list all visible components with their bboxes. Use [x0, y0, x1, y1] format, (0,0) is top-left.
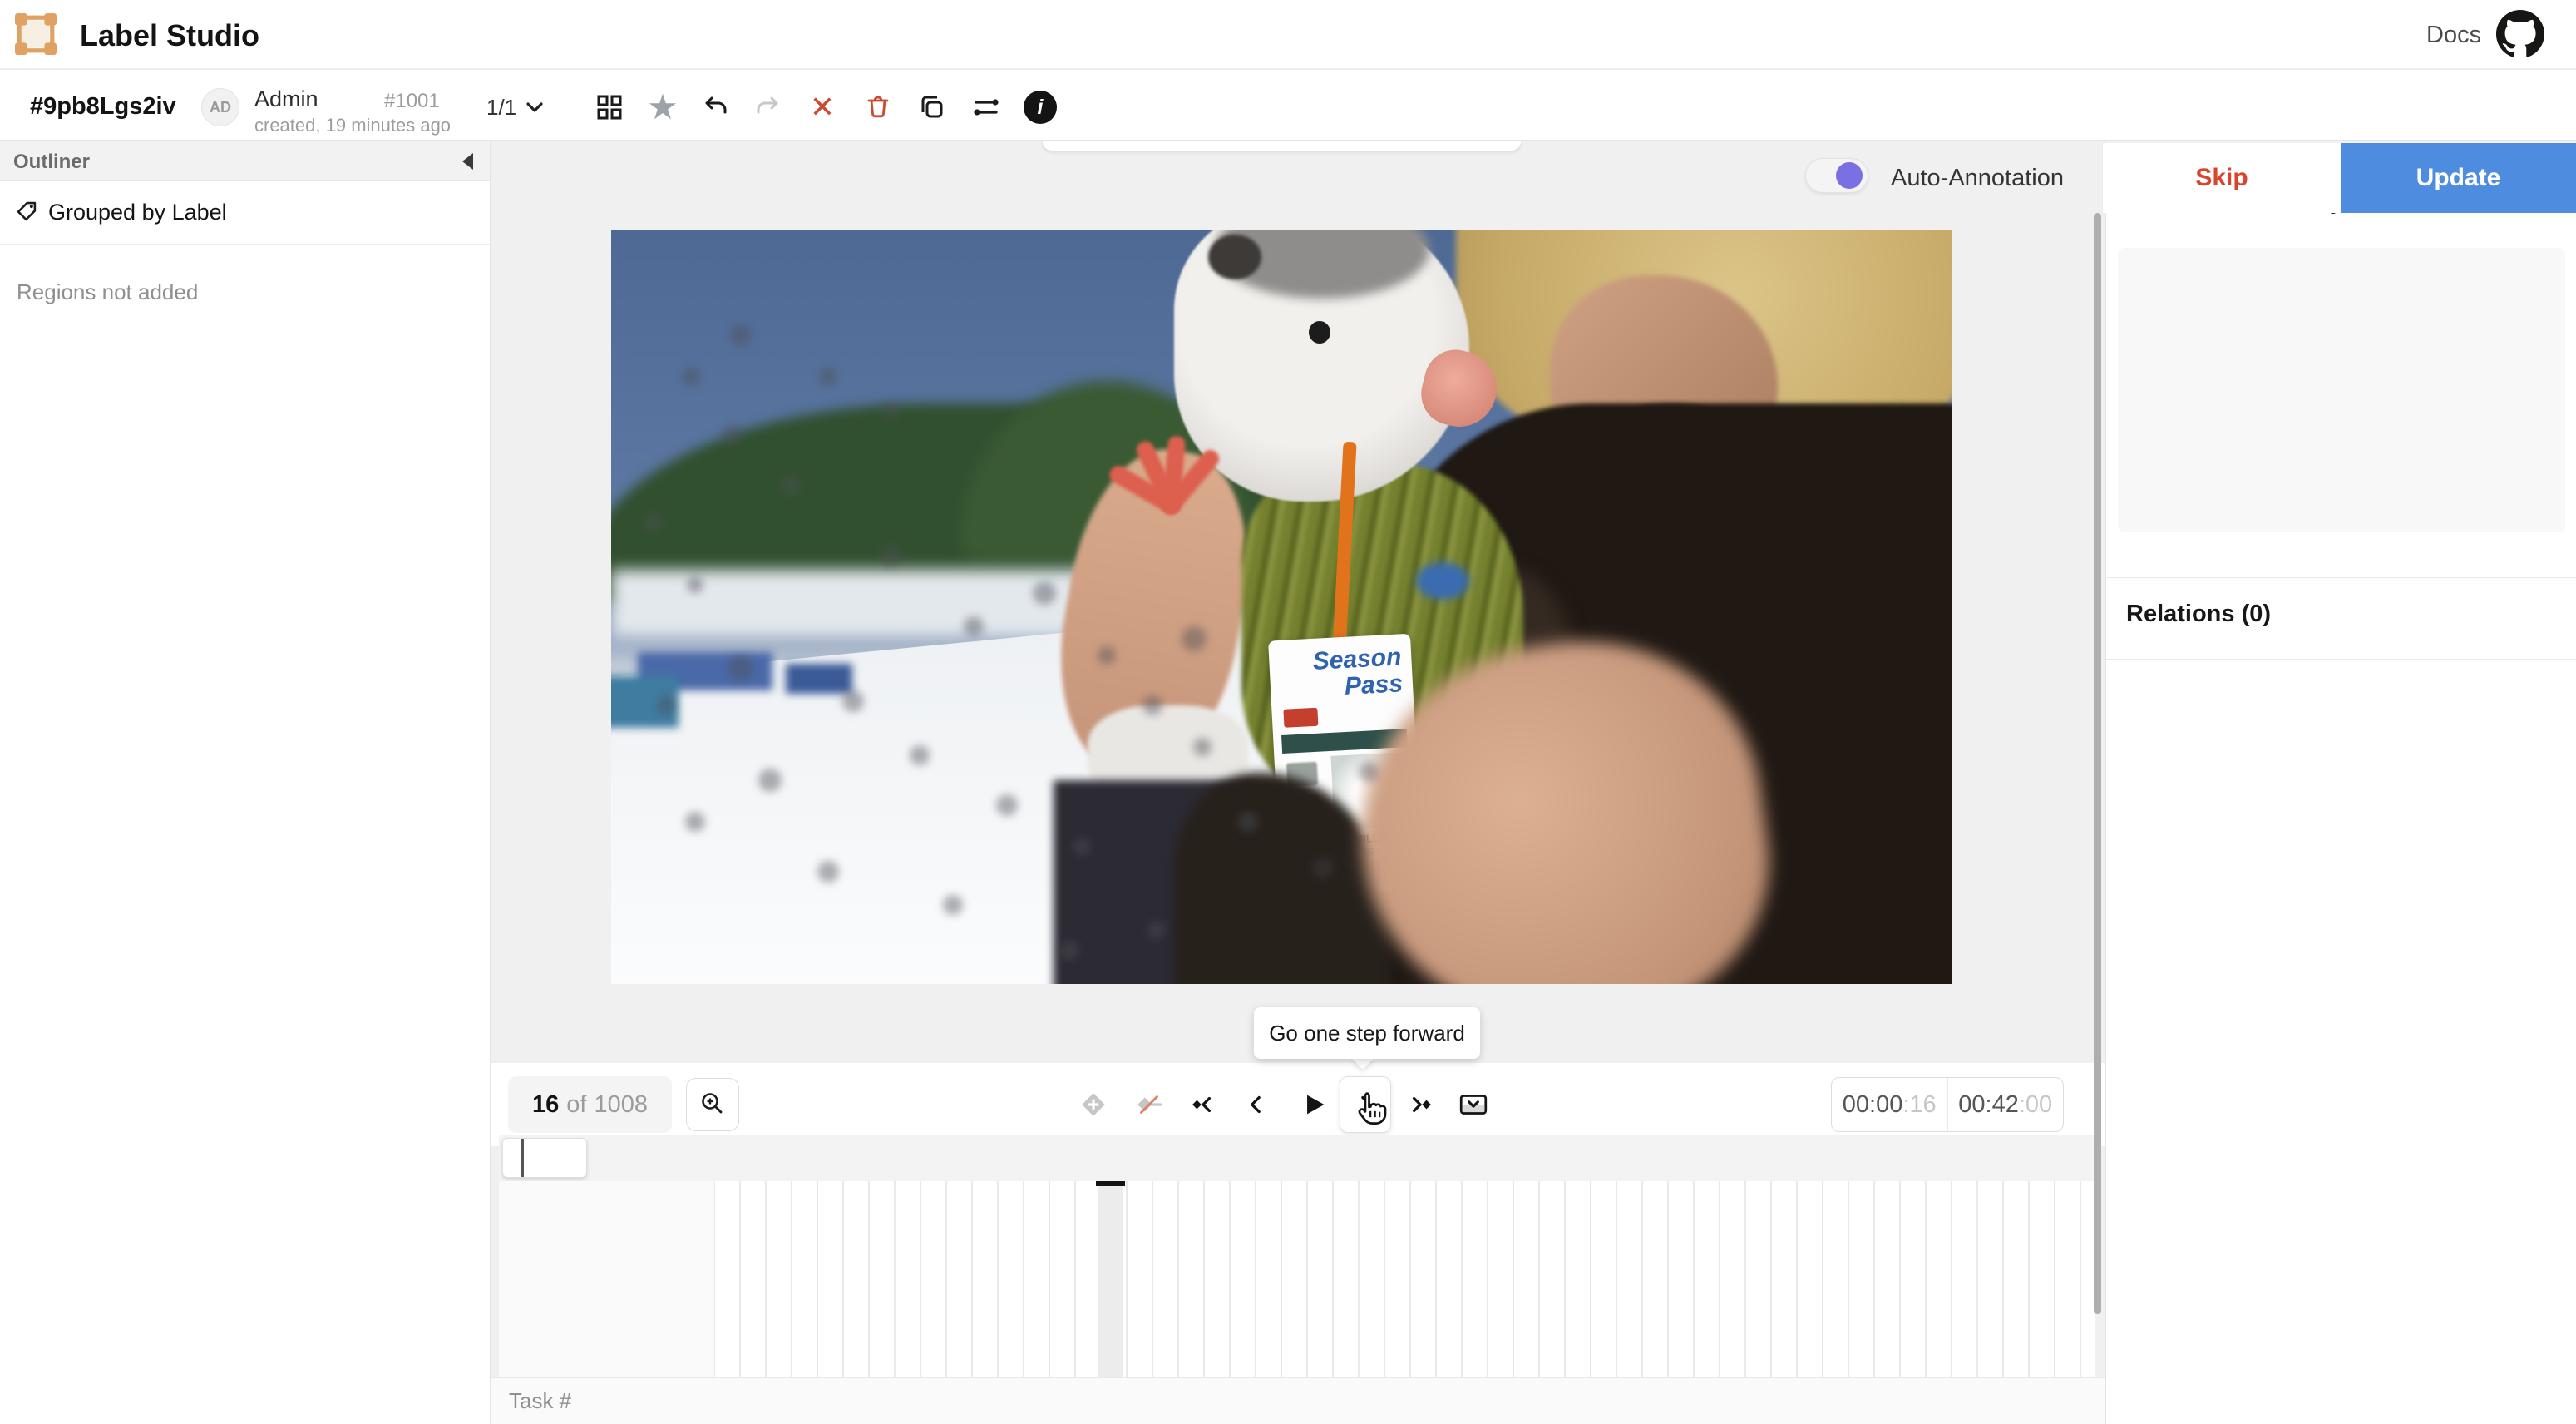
- sweater-fleck: [1416, 562, 1470, 600]
- previous-frame-button[interactable]: [1233, 1081, 1280, 1128]
- annotation-toolbar: #9pb8Lgs2iv AD Admin #1001 created, 19 m…: [0, 72, 2576, 141]
- frame-total: 1008: [594, 1091, 648, 1119]
- duplicate-annotation-button[interactable]: [909, 84, 955, 131]
- update-button[interactable]: Update: [2341, 143, 2576, 213]
- relations-title[interactable]: Relations (0): [2126, 601, 2271, 628]
- time-display: 00:00:16 00:42:00: [1831, 1077, 2064, 1132]
- duplicate-icon: [918, 93, 946, 121]
- grid-icon: [595, 93, 624, 121]
- video-background-structure: [611, 675, 679, 728]
- divider: [2106, 577, 2576, 578]
- close-icon: ✕: [810, 92, 835, 122]
- opossum-eye: [1309, 321, 1330, 344]
- info-button[interactable]: i: [1017, 84, 1063, 131]
- badge-year-mark: [1283, 708, 1318, 728]
- frame-current[interactable]: 16: [532, 1091, 559, 1119]
- next-keypoint-icon: [1406, 1091, 1433, 1118]
- previous-keypoint-button[interactable]: [1181, 1081, 1227, 1128]
- opossum-ear: [1208, 235, 1262, 279]
- timeline-frames-grid[interactable]: [715, 1181, 2095, 1377]
- star-button[interactable]: ★: [639, 84, 686, 131]
- auto-annotation-label: Auto-Annotation: [1891, 165, 2064, 192]
- delete-annotation-button[interactable]: [855, 84, 901, 131]
- timeline-labels-column: [499, 1181, 715, 1377]
- video-controls-bar: 16 of 1008: [491, 1063, 2105, 1146]
- grouping-label: Grouped by Label: [48, 200, 227, 225]
- github-icon[interactable]: [2496, 10, 2544, 58]
- annotation-history-empty: [2118, 248, 2565, 532]
- annotation-workspace: SeasonPass RATATOUILLEBOWERS Go one step…: [491, 141, 2105, 1424]
- toggle-knob: [1836, 162, 1863, 189]
- current-time[interactable]: 00:00:16: [1832, 1078, 1948, 1131]
- prev-keypoint-icon: [1191, 1091, 1217, 1118]
- info-icon: i: [1024, 91, 1057, 124]
- interpolation-toggle-button[interactable]: [1126, 1081, 1172, 1128]
- frame-counter[interactable]: 16 of 1008: [508, 1076, 672, 1133]
- outliner-title: Outliner: [13, 151, 90, 174]
- annotation-pager: 1/1: [486, 95, 516, 121]
- minimap-viewport[interactable]: [502, 1138, 587, 1178]
- total-time: 00:42:00: [1948, 1078, 2064, 1131]
- auto-annotation-toggle[interactable]: [1805, 158, 1868, 193]
- trash-icon: [864, 93, 892, 121]
- timeline: [499, 1181, 2095, 1377]
- docs-link[interactable]: Docs: [2426, 22, 2481, 49]
- video-background-structure: [786, 664, 853, 694]
- badge-title: SeasonPass: [1312, 645, 1404, 701]
- regions-empty-note: Regions not added: [17, 279, 198, 305]
- star-icon: ★: [647, 90, 679, 125]
- divider: [2106, 659, 2576, 660]
- magnifier-plus-icon: [698, 1090, 727, 1119]
- collapse-left-icon[interactable]: [462, 153, 473, 170]
- opossum-paw: [1114, 427, 1221, 547]
- transfer-annotation-button[interactable]: [963, 84, 1009, 131]
- outliner-panel: Outliner Grouped by Label Regions not ad…: [0, 141, 491, 1424]
- outliner-header: Outliner: [0, 141, 490, 181]
- task-footer: Task #: [491, 1377, 2105, 1424]
- add-keypoint-button[interactable]: [1070, 1081, 1117, 1128]
- step-forward-tooltip: Go one step forward: [1254, 1007, 1480, 1059]
- user-avatar[interactable]: AD: [201, 88, 239, 126]
- lens-droplets: [611, 230, 621, 240]
- diamond-plus-icon: [1078, 1090, 1108, 1120]
- details-panel: Details Annotation History #1001 Relatio…: [2105, 141, 2576, 1424]
- undo-icon: [701, 93, 729, 121]
- collapse-timeline-button[interactable]: [1450, 1081, 1497, 1128]
- skip-button[interactable]: Skip: [2102, 143, 2341, 213]
- floating-toolbar-edge: [1043, 141, 1521, 151]
- timeline-minimap[interactable]: [499, 1135, 2095, 1181]
- label-studio-logo-icon: [15, 13, 57, 55]
- task-label: Task #: [509, 1388, 571, 1414]
- tag-icon: [15, 200, 38, 223]
- frame-of-label: of: [566, 1091, 586, 1119]
- task-id: #9pb8Lgs2iv: [30, 93, 176, 121]
- next-keypoint-button[interactable]: [1396, 1081, 1443, 1128]
- redo-icon: [754, 93, 782, 121]
- chevron-left-icon: [1243, 1091, 1270, 1118]
- transfer-icon: [971, 93, 1001, 121]
- undo-button[interactable]: [692, 84, 738, 131]
- grid-view-button[interactable]: [586, 84, 633, 131]
- grouping-selector[interactable]: Grouped by Label: [0, 181, 490, 245]
- timeline-playhead[interactable]: [1098, 1181, 1123, 1377]
- chevron-down-icon[interactable]: [522, 95, 547, 120]
- user-name: Admin: [254, 87, 318, 112]
- minimap-playhead: [521, 1139, 524, 1177]
- redo-button[interactable]: [745, 84, 792, 131]
- annotation-id: #1001: [384, 90, 440, 113]
- collapse-timeline-icon: [1458, 1091, 1489, 1118]
- playhead-handle[interactable]: [1096, 1181, 1125, 1186]
- app-title: Label Studio: [80, 18, 259, 53]
- play-button[interactable]: [1290, 1081, 1337, 1128]
- vertical-scrollbar[interactable]: [2094, 213, 2101, 1314]
- reject-annotation-button[interactable]: ✕: [799, 84, 846, 131]
- label-studio-app: Label Studio Docs #9pb8Lgs2iv AD Admin #…: [0, 0, 2576, 1424]
- hand-cursor-icon: [1354, 1091, 1390, 1128]
- video-frame[interactable]: SeasonPass RATATOUILLEBOWERS: [611, 230, 1952, 984]
- play-icon: [1300, 1090, 1328, 1119]
- top-header: Label Studio Docs: [0, 0, 2576, 70]
- created-timestamp: created, 19 minutes ago: [254, 115, 451, 136]
- zoom-button[interactable]: [686, 1078, 739, 1131]
- keypoint-disabled-icon: [1134, 1090, 1164, 1120]
